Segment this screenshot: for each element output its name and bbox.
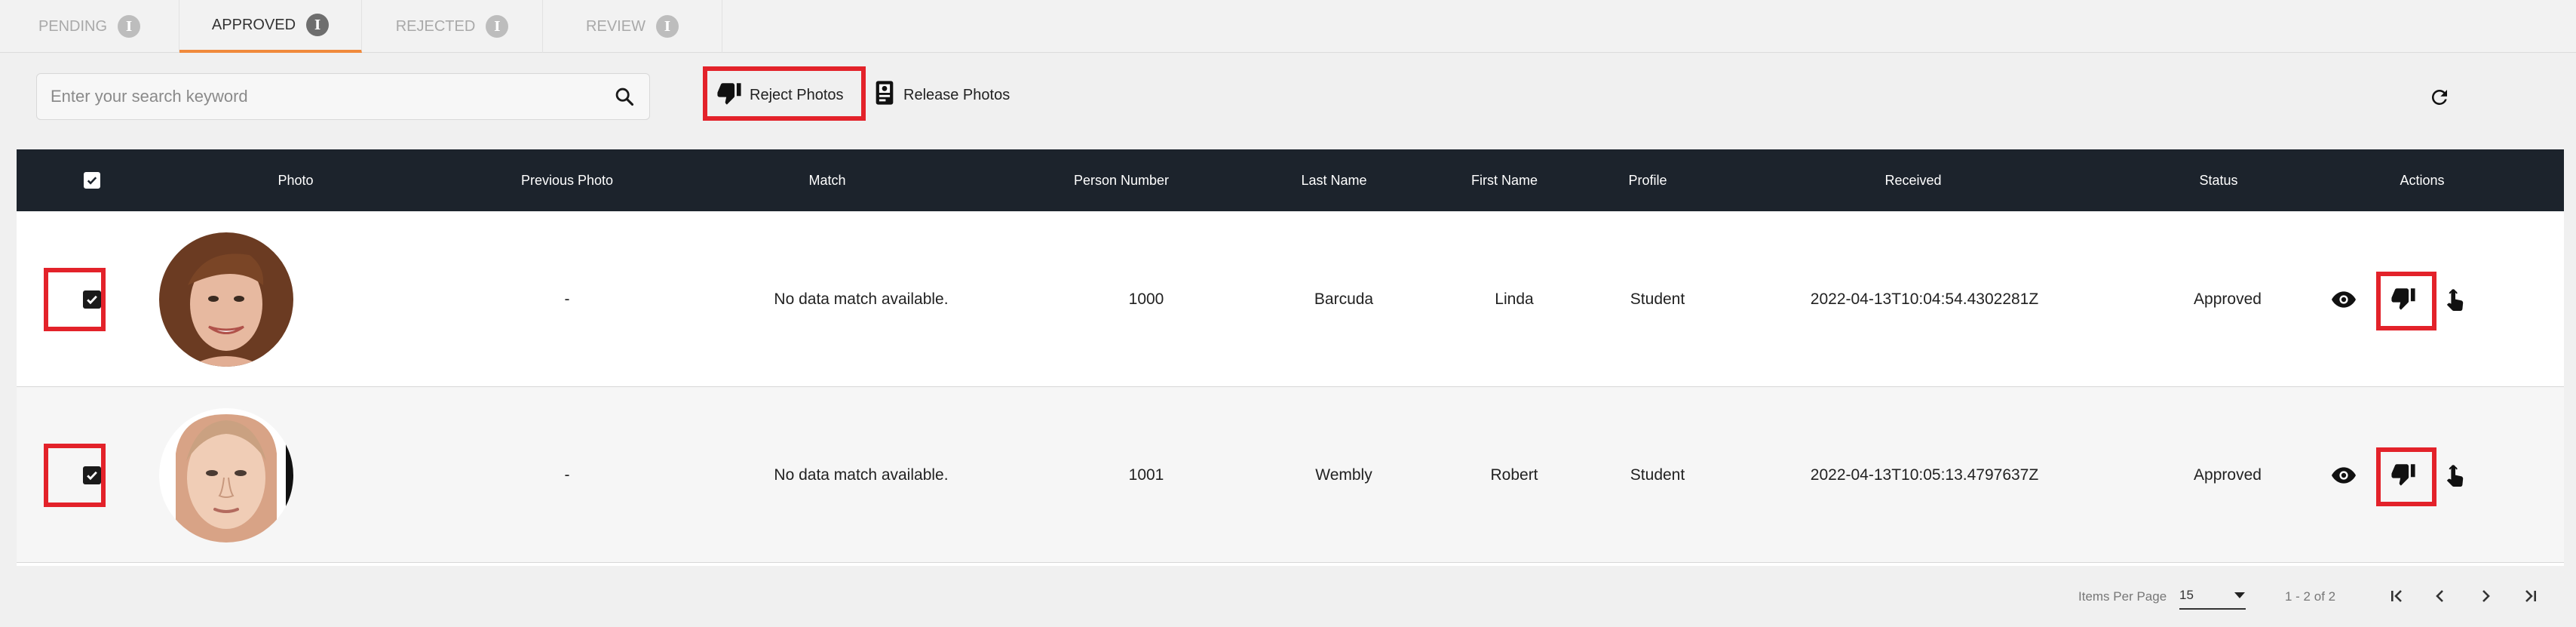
row-checkbox[interactable] xyxy=(83,466,101,484)
info-icon[interactable]: i xyxy=(306,14,330,36)
release-photos-button[interactable]: Release Photos xyxy=(863,68,1020,122)
search-input[interactable] xyxy=(51,87,613,106)
previous-photo-cell: - xyxy=(564,290,570,308)
touch-icon[interactable] xyxy=(2442,285,2469,315)
last-page-icon[interactable] xyxy=(2516,581,2546,611)
tab-pending-label: PENDING xyxy=(38,17,108,35)
header-previous-photo[interactable]: Previous Photo xyxy=(477,149,658,211)
person-number-cell: 1001 xyxy=(1128,466,1164,484)
header-photo[interactable]: Photo xyxy=(205,149,386,211)
photo-cell xyxy=(158,211,294,387)
page-range: 1 - 2 of 2 xyxy=(2285,589,2336,604)
previous-photo-cell: - xyxy=(564,466,570,484)
row-select-cell xyxy=(54,211,130,387)
person-photo[interactable] xyxy=(159,407,293,542)
table-header: Photo Previous Photo Match Person Number… xyxy=(17,149,2564,211)
next-page-icon[interactable] xyxy=(2470,581,2501,611)
previous-page-icon[interactable] xyxy=(2425,581,2455,611)
select-all-checkbox[interactable] xyxy=(84,172,100,189)
refresh-icon[interactable] xyxy=(2427,85,2452,110)
view-icon[interactable] xyxy=(2330,286,2357,313)
row-checkbox[interactable] xyxy=(83,290,101,309)
view-icon[interactable] xyxy=(2330,462,2357,489)
thumbs-down-icon xyxy=(716,80,742,110)
tab-review[interactable]: REVIEW i xyxy=(543,0,722,53)
touch-icon[interactable] xyxy=(2442,461,2469,491)
select-all-cell xyxy=(54,149,130,211)
tab-approved-label: APPROVED xyxy=(211,16,296,33)
person-number-cell: 1000 xyxy=(1128,290,1164,308)
header-received[interactable]: Received xyxy=(1823,149,2004,211)
info-icon[interactable]: i xyxy=(655,15,679,38)
reject-photo-button[interactable] xyxy=(2382,454,2424,496)
tab-approved[interactable]: APPROVED i xyxy=(179,0,362,53)
release-photos-label: Release Photos xyxy=(903,86,1010,103)
search-box xyxy=(36,73,650,120)
tab-pending[interactable]: PENDING i xyxy=(0,0,179,53)
photo-cell xyxy=(158,387,294,563)
photos-table: Photo Previous Photo Match Person Number… xyxy=(17,149,2564,566)
thumbs-down-icon xyxy=(2390,285,2416,315)
header-last-name[interactable]: Last Name xyxy=(1244,149,1424,211)
status-cell: Approved xyxy=(2194,290,2262,308)
tab-rejected[interactable]: REJECTED i xyxy=(362,0,543,53)
profile-cell: Student xyxy=(1630,466,1685,484)
header-status[interactable]: Status xyxy=(2128,149,2309,211)
last-name-cell: Wembly xyxy=(1315,466,1372,484)
header-profile[interactable]: Profile xyxy=(1557,149,1738,211)
info-icon[interactable]: i xyxy=(486,15,509,38)
dropdown-arrow-icon xyxy=(2234,588,2246,603)
reject-photos-button[interactable]: Reject Photos xyxy=(706,68,854,122)
received-cell: 2022-04-13T10:05:13.4797637Z xyxy=(1810,466,2039,484)
header-actions: Actions xyxy=(2400,172,2445,188)
first-page-icon[interactable] xyxy=(2381,581,2412,611)
tab-review-label: REVIEW xyxy=(586,17,646,35)
items-per-page-label: Items Per Page xyxy=(2078,589,2167,604)
items-per-page-select[interactable]: 15 xyxy=(2179,582,2246,610)
table-row: - No data match available. 1000 Barcuda … xyxy=(17,211,2564,387)
search-icon[interactable] xyxy=(613,85,636,108)
id-badge-icon xyxy=(873,80,896,110)
reject-photos-label: Reject Photos xyxy=(750,86,844,103)
reject-photo-button[interactable] xyxy=(2382,278,2424,321)
thumbs-down-icon xyxy=(2390,461,2416,490)
table-row: - No data match available. 1001 Wembly R… xyxy=(17,387,2564,563)
last-name-cell: Barcuda xyxy=(1314,290,1374,308)
person-photo[interactable] xyxy=(159,232,293,367)
match-cell: No data match available. xyxy=(774,466,949,484)
items-per-page-value: 15 xyxy=(2179,588,2194,602)
tab-rejected-label: REJECTED xyxy=(395,17,476,35)
received-cell: 2022-04-13T10:04:54.4302281Z xyxy=(1810,290,2039,308)
header-match[interactable]: Match xyxy=(737,149,918,211)
header-person-number[interactable]: Person Number xyxy=(1031,149,1212,211)
status-cell: Approved xyxy=(2194,466,2262,484)
row-select-cell xyxy=(54,387,130,563)
status-tabs: PENDING i APPROVED i REJECTED i REVIEW i xyxy=(0,0,2576,53)
match-cell: No data match available. xyxy=(774,290,949,308)
info-icon[interactable]: i xyxy=(118,15,141,38)
profile-cell: Student xyxy=(1630,290,1685,308)
